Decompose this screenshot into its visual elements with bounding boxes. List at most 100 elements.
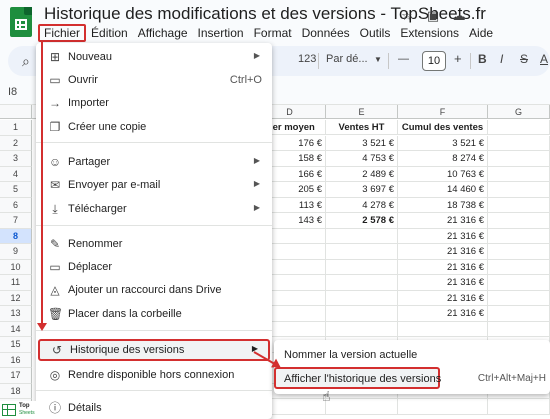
- table-cell[interactable]: 21 316 €: [398, 306, 488, 322]
- table-cell[interactable]: [326, 306, 398, 322]
- row-header[interactable]: 1: [0, 120, 32, 136]
- table-cell[interactable]: 21 316 €: [398, 213, 488, 229]
- table-cell[interactable]: [488, 290, 550, 306]
- table-cell[interactable]: [398, 399, 488, 415]
- number-format-button[interactable]: 123: [298, 53, 316, 65]
- table-cell[interactable]: [326, 275, 398, 291]
- menu-fichier[interactable]: Fichier: [38, 24, 87, 42]
- menu-affichage[interactable]: Affichage: [133, 24, 193, 42]
- menu-extensions[interactable]: Extensions: [395, 24, 464, 42]
- submenu-item-nommer[interactable]: Nommer la version actuelle: [274, 345, 550, 365]
- table-cell[interactable]: [488, 228, 550, 244]
- menu-item-raccourci[interactable]: ◬ Ajouter un raccourci dans Drive: [36, 280, 272, 300]
- table-cell[interactable]: 2 489 €: [326, 166, 398, 182]
- table-cell[interactable]: [488, 244, 550, 260]
- row-header[interactable]: 5: [0, 182, 32, 198]
- move-folder-icon[interactable]: ▣: [426, 8, 440, 24]
- table-cell[interactable]: [488, 275, 550, 291]
- table-cell[interactable]: [488, 151, 550, 167]
- menu-item-nouveau[interactable]: ⊞ Nouveau ▶: [36, 47, 272, 67]
- name-box[interactable]: I8: [8, 86, 17, 98]
- row-header[interactable]: 2: [0, 135, 32, 151]
- sheets-logo-icon[interactable]: [10, 7, 32, 37]
- table-cell[interactable]: [488, 321, 550, 337]
- menu-item-historique[interactable]: ↺ Historique des versions ▶: [38, 339, 270, 361]
- menu-aide[interactable]: Aide: [464, 24, 498, 42]
- table-cell[interactable]: 3 521 €: [326, 135, 398, 151]
- table-cell[interactable]: [488, 182, 550, 198]
- row-header[interactable]: 3: [0, 151, 32, 167]
- table-cell[interactable]: 21 316 €: [398, 244, 488, 260]
- menu-item-email[interactable]: ✉ Envoyer par e-mail ▶: [36, 175, 272, 195]
- table-cell[interactable]: [326, 228, 398, 244]
- table-cell[interactable]: [326, 259, 398, 275]
- row-header[interactable]: 18: [0, 383, 32, 399]
- menu-item-renommer[interactable]: ✎ Renommer: [36, 234, 272, 254]
- table-cell[interactable]: 8 274 €: [398, 151, 488, 167]
- menu-item-details[interactable]: ⓘ Détails: [36, 398, 272, 418]
- submenu-item-afficher[interactable]: Afficher l'historique des versions Ctrl+…: [274, 369, 550, 389]
- menu-donnees[interactable]: Données: [297, 24, 355, 42]
- header-cell-e[interactable]: Ventes HT: [326, 120, 398, 135]
- row-header[interactable]: 10: [0, 259, 32, 275]
- increase-font-button[interactable]: +: [454, 51, 462, 66]
- table-cell[interactable]: 10 763 €: [398, 166, 488, 182]
- strikethrough-icon[interactable]: S: [520, 52, 528, 66]
- column-header-e[interactable]: E: [326, 105, 398, 119]
- decrease-font-button[interactable]: —: [398, 53, 409, 65]
- table-cell[interactable]: [326, 290, 398, 306]
- chevron-down-icon[interactable]: ▼: [374, 55, 382, 64]
- table-cell[interactable]: 3 521 €: [398, 135, 488, 151]
- search-icon[interactable]: ⌕: [22, 53, 30, 70]
- table-cell[interactable]: 3 697 €: [326, 182, 398, 198]
- table-cell[interactable]: 2 578 €: [326, 213, 398, 229]
- table-cell[interactable]: [326, 321, 398, 337]
- menu-item-hors-connexion[interactable]: ◎ Rendre disponible hors connexion: [36, 365, 272, 385]
- column-header-g[interactable]: G: [488, 105, 550, 119]
- table-cell[interactable]: 4 753 €: [326, 151, 398, 167]
- table-cell[interactable]: 18 738 €: [398, 197, 488, 213]
- row-header[interactable]: 15: [0, 337, 32, 353]
- table-cell[interactable]: 21 316 €: [398, 228, 488, 244]
- row-header[interactable]: 17: [0, 368, 32, 384]
- table-cell[interactable]: 21 316 €: [398, 290, 488, 306]
- row-header[interactable]: 4: [0, 166, 32, 182]
- table-cell[interactable]: 21 316 €: [398, 275, 488, 291]
- table-cell[interactable]: [488, 197, 550, 213]
- row-header[interactable]: 14: [0, 321, 32, 337]
- star-icon[interactable]: ☆: [400, 8, 414, 24]
- row-header[interactable]: 9: [0, 244, 32, 260]
- table-cell[interactable]: 21 316 €: [398, 259, 488, 275]
- font-select[interactable]: Par dé...: [326, 53, 368, 65]
- table-cell[interactable]: [488, 135, 550, 151]
- row-header[interactable]: 6: [0, 197, 32, 213]
- table-cell[interactable]: 4 278 €: [326, 197, 398, 213]
- cloud-status-icon[interactable]: ☁: [452, 8, 466, 24]
- table-cell[interactable]: [488, 399, 550, 415]
- menu-item-importer[interactable]: → Importer: [36, 93, 272, 113]
- cell-g1[interactable]: [488, 120, 550, 135]
- table-cell[interactable]: [488, 259, 550, 275]
- header-cell-f[interactable]: Cumul des ventes: [398, 120, 488, 135]
- row-header[interactable]: 7: [0, 213, 32, 229]
- text-color-icon[interactable]: A: [540, 52, 548, 66]
- column-header-f[interactable]: F: [398, 105, 488, 119]
- row-header[interactable]: 11: [0, 275, 32, 291]
- menu-format[interactable]: Format: [249, 24, 297, 42]
- corner-header[interactable]: [0, 105, 32, 119]
- font-size-input[interactable]: 10: [422, 51, 446, 71]
- menu-item-telecharger[interactable]: ⤓ Télécharger ▶: [36, 199, 272, 219]
- table-cell[interactable]: 14 460 €: [398, 182, 488, 198]
- menu-item-copie[interactable]: ❐ Créer une copie: [36, 117, 272, 137]
- menu-edition[interactable]: Édition: [86, 24, 133, 42]
- table-cell[interactable]: [326, 244, 398, 260]
- row-header[interactable]: 8: [0, 228, 32, 244]
- menu-item-ouvrir[interactable]: ▭ Ouvrir Ctrl+O: [36, 70, 272, 90]
- italic-icon[interactable]: I: [500, 52, 503, 66]
- table-cell[interactable]: [398, 321, 488, 337]
- menu-item-deplacer[interactable]: ▭ Déplacer: [36, 257, 272, 277]
- row-header[interactable]: 13: [0, 306, 32, 322]
- row-header[interactable]: 12: [0, 290, 32, 306]
- menu-item-corbeille[interactable]: 🗑 Placer dans la corbeille: [36, 304, 272, 324]
- menu-outils[interactable]: Outils: [355, 24, 396, 42]
